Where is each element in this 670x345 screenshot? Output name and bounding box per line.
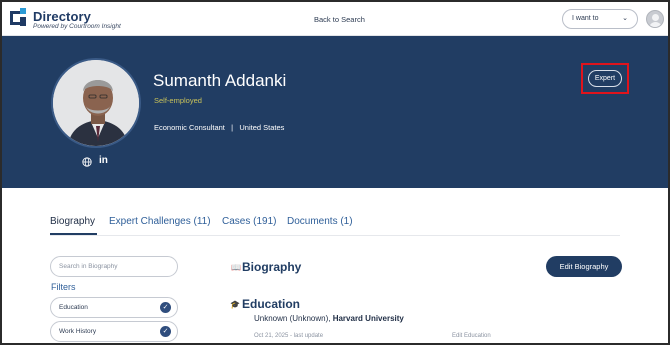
education-last-update: Oct 21, 2025 - last update xyxy=(254,333,324,339)
back-to-search-link[interactable]: Back to Search xyxy=(314,15,365,24)
chevron-down-icon: ⌄ xyxy=(622,15,628,22)
filter-work-history[interactable]: Work History ✓ xyxy=(50,321,178,342)
linkedin-icon[interactable]: in xyxy=(99,155,108,166)
tab-cases[interactable]: Cases (191) xyxy=(222,216,276,227)
education-entry: Unknown (Unknown), Harvard University xyxy=(254,314,404,323)
biography-search-input[interactable]: Search in Biography xyxy=(50,256,178,277)
education-heading: Education xyxy=(242,297,301,311)
profile-photo xyxy=(51,58,141,148)
user-avatar-icon[interactable] xyxy=(646,10,664,28)
app-window: Directory Powered by Courtroom Insight B… xyxy=(0,0,670,345)
check-icon[interactable]: ✓ xyxy=(160,302,171,313)
tabs-divider xyxy=(50,235,620,236)
filter-label: Work History xyxy=(59,328,97,335)
directory-logo-icon[interactable] xyxy=(10,7,32,29)
filters-heading: Filters xyxy=(51,282,76,292)
top-bar: Directory Powered by Courtroom Insight B… xyxy=(2,2,668,36)
expert-highlight-box: Expert xyxy=(581,63,629,94)
profile-role-line: Economic Consultant | United States xyxy=(154,123,284,132)
biography-heading: Biography xyxy=(242,260,302,274)
filter-education[interactable]: Education ✓ xyxy=(50,297,178,318)
tab-documents[interactable]: Documents (1) xyxy=(287,216,353,227)
edit-education-link[interactable]: Edit Education xyxy=(452,333,491,339)
search-placeholder: Search in Biography xyxy=(59,263,118,270)
tab-biography[interactable]: Biography xyxy=(50,216,95,227)
book-icon: 📖 xyxy=(231,263,241,272)
edit-biography-button[interactable]: Edit Biography xyxy=(546,256,622,277)
expert-button[interactable]: Expert xyxy=(588,70,622,87)
i-want-to-select[interactable]: I want to ⌄ xyxy=(562,9,638,29)
profile-role: Economic Consultant xyxy=(154,123,225,132)
brand-subtitle: Powered by Courtroom Insight xyxy=(33,23,121,30)
education-degree: Unknown (Unknown), xyxy=(254,314,333,323)
i-want-to-label: I want to xyxy=(572,15,599,22)
profile-name: Sumanth Addanki xyxy=(153,71,287,90)
filter-label: Education xyxy=(59,304,88,311)
education-school: Harvard University xyxy=(332,314,404,323)
role-separator: | xyxy=(231,123,234,132)
profile-country: United States xyxy=(239,123,285,132)
tab-expert-challenges[interactable]: Expert Challenges (11) xyxy=(109,216,211,227)
brand-title[interactable]: Directory xyxy=(33,9,91,24)
profile-employer: Self-employed xyxy=(154,96,202,105)
globe-icon[interactable] xyxy=(82,157,92,167)
graduation-cap-icon: 🎓 xyxy=(230,300,240,309)
profile-hero: Sumanth Addanki Self-employed Economic C… xyxy=(2,36,668,188)
check-icon[interactable]: ✓ xyxy=(160,326,171,337)
